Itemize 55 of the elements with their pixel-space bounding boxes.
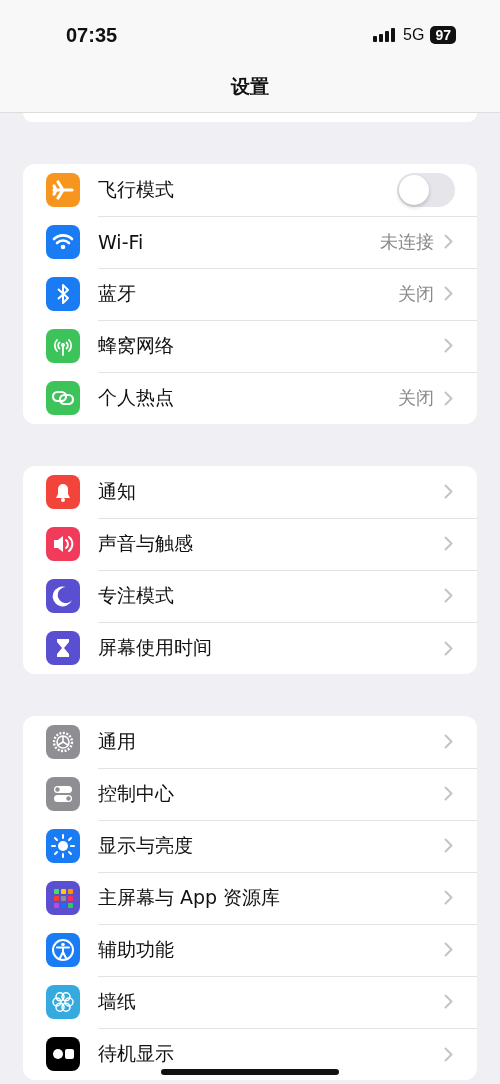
page-title: 设置 [231, 74, 269, 99]
row-label: 通用 [98, 728, 137, 754]
chevron-icon [444, 786, 453, 801]
battery-level: 97 [430, 26, 456, 44]
row-label: 主屏幕与 App 资源库 [98, 884, 282, 910]
row-label: 墙纸 [98, 988, 137, 1014]
chevron-icon [444, 734, 453, 749]
toggle-switch[interactable] [397, 172, 455, 207]
settings-row[interactable]: 蜂窝网络 [23, 320, 477, 372]
row-value: 关闭 [398, 281, 434, 306]
settings-row[interactable]: 显示与亮度 [23, 820, 477, 872]
chevron-icon [444, 640, 453, 656]
row-label: 通知 [98, 478, 137, 504]
chevron-icon [444, 588, 453, 603]
chevron-icon [444, 390, 453, 406]
row-label: 控制中心 [98, 780, 175, 806]
row-label: 个人热点 [98, 385, 175, 410]
row-value: 关闭 [398, 386, 434, 410]
chevron-icon [444, 838, 453, 853]
settings-row[interactable]: 蓝牙 关闭 [23, 268, 477, 320]
status-time: 07:35 [66, 23, 118, 47]
settings-row[interactable]: 通用 [23, 716, 477, 768]
chevron-icon [444, 1046, 453, 1062]
chevron-icon [444, 536, 453, 551]
settings-row[interactable]: 屏幕使用时间 [23, 622, 477, 674]
chevron-icon [444, 942, 453, 957]
settings-row[interactable]: 飞行模式 [23, 164, 477, 216]
settings-row[interactable]: 通知 [23, 466, 477, 518]
row-value: 未连接 [380, 229, 434, 254]
chevron-icon [444, 994, 453, 1009]
row-label: 辅助功能 [98, 936, 175, 962]
chevron-icon [444, 890, 453, 905]
row-label: 蜂窝网络 [98, 332, 175, 358]
network-label: 5G [403, 26, 425, 44]
settings-row[interactable]: 墙纸 [23, 976, 477, 1028]
settings-row[interactable]: 辅助功能 [23, 924, 477, 976]
chevron-icon [444, 234, 453, 249]
chevron-icon [444, 484, 453, 499]
row-label: 飞行模式 [98, 176, 175, 202]
settings-row[interactable]: 专注模式 [23, 570, 477, 622]
settings-row[interactable]: Wi-Fi 未连接 [23, 216, 477, 268]
settings-row[interactable]: 控制中心 [23, 768, 477, 820]
settings-row[interactable]: 声音与触感 [23, 518, 477, 570]
row-label: 专注模式 [98, 582, 175, 608]
row-label: 声音与触感 [98, 530, 194, 556]
row-label: 蓝牙 [98, 280, 137, 306]
row-label: 显示与亮度 [98, 832, 194, 858]
row-label: Wi-Fi [98, 230, 145, 253]
row-label: 屏幕使用时间 [98, 635, 213, 660]
row-label: 待机显示 [98, 1041, 175, 1066]
chevron-icon [444, 338, 453, 353]
settings-row[interactable]: 主屏幕与 App 资源库 [23, 872, 477, 924]
signal-icon [373, 28, 398, 42]
chevron-icon [444, 286, 453, 301]
settings-row[interactable]: 个人热点 关闭 [23, 372, 477, 424]
